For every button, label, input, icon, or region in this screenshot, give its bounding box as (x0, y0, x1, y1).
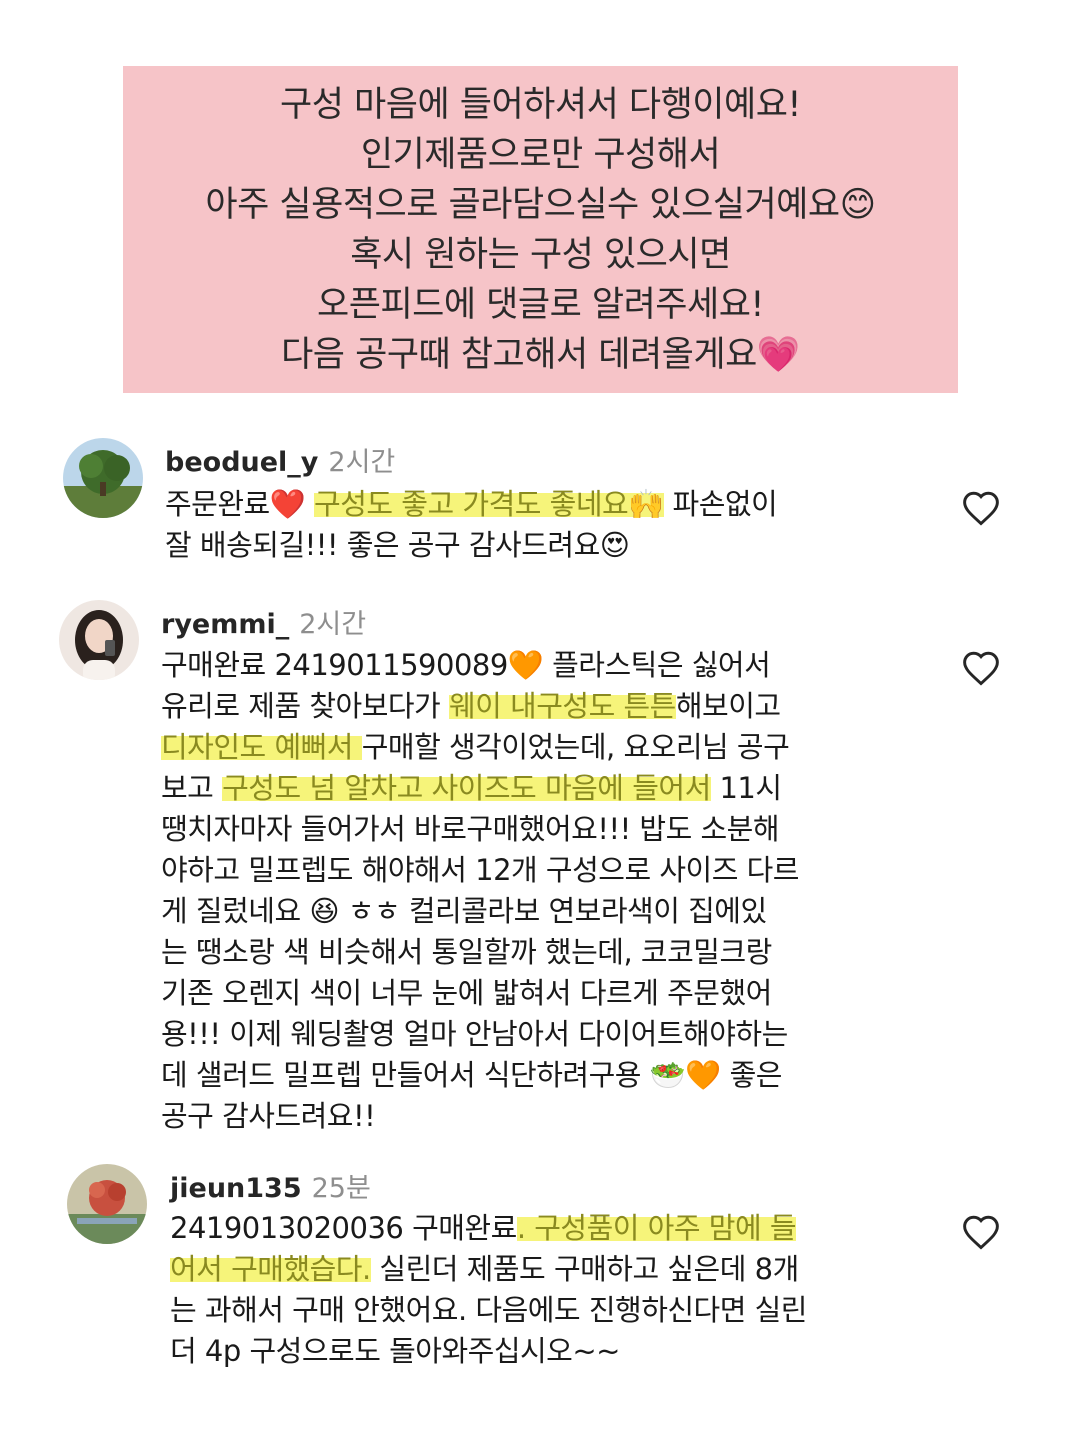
comment-line: 공구 감사드려요!! (161, 1096, 799, 1137)
highlighted-text: 구성도 좋고 가격도 좋네요🙌 (314, 487, 664, 521)
comment-line: 2419013020036 구매완료. 구성품이 아주 맘에 들 (170, 1208, 807, 1249)
highlighted-text: 어서 구매했습다. (170, 1252, 371, 1286)
banner-line: 구성 마음에 들어하셔서 다행이예요! (280, 84, 801, 125)
text-segment: 주문완료❤️ (165, 487, 315, 521)
comment-line: 보고 구성도 넘 알차고 사이즈도 마음에 들어서 11시 (161, 768, 799, 809)
comment-line: 디자인도 예뻐서 구매할 생각이었는데, 요오리님 공구 (161, 727, 799, 768)
text-segment: 공구 감사드려요!! (161, 1099, 376, 1133)
comment-line: 기존 오렌지 색이 너무 눈에 밟혀서 다르게 주문했어 (161, 973, 799, 1014)
comment-username[interactable]: beoduel_y 2시간 (165, 440, 395, 479)
announcement-banner: 구성 마음에 들어하셔서 다행이예요! 인기제품으로만 구성해서 아주 실용적으… (123, 66, 958, 393)
comment-line: 구매완료 2419011590089🧡 플라스틱은 싫어서 (161, 645, 799, 686)
comment-line: 는 과해서 구매 안했어요. 다음에도 진행하신다면 실린 (170, 1290, 808, 1331)
text-segment: 보고 (161, 771, 223, 805)
text-segment: 2419013020036 구매완료 (170, 1211, 517, 1245)
banner-line: 오픈피드에 댓글로 알려주세요! (317, 284, 764, 325)
comment-line: 야하고 밀프렙도 해야해서 12개 구성으로 사이즈 다르 (161, 850, 800, 891)
comment-line: 땡치자마자 들어가서 바로구매했어요!!! 밥도 소분해 (161, 809, 799, 850)
highlighted-text: 웨이 내구성도 튼튼 (448, 689, 676, 723)
comment-line: 더 4p 구성으로도 돌아와주십시오~~ (170, 1331, 807, 1372)
comment-username[interactable]: ryemmi_ 2시간 (161, 602, 366, 641)
comment-time: 25분 (311, 1173, 371, 1204)
comment-username[interactable]: jieun135 25분 (170, 1166, 371, 1205)
comment-line: 는 땡소랑 색 비슷해서 통일할까 했는데, 코코밀크랑 (161, 932, 799, 973)
avatar[interactable] (67, 1164, 147, 1244)
text-segment: 기존 오렌지 색이 너무 눈에 밟혀서 다르게 주문했어 (161, 976, 772, 1010)
text-segment: 데 샐러드 밀프렙 만들어서 식단하려구용 🥗🧡 좋은 (161, 1058, 782, 1092)
text-segment: 게 질렀네요 😆 ㅎㅎ 컬리콜라보 연보라색이 집에있 (161, 894, 767, 928)
banner-line: 인기제품으로만 구성해서 (360, 134, 721, 175)
comment-line: 어서 구매했습다. 실린더 제품도 구매하고 싶은데 8개 (170, 1249, 807, 1290)
text-segment: 야하고 밀프렙도 해야해서 12개 구성으로 사이즈 다르 (161, 853, 800, 887)
comment-line: 게 질렀네요 😆 ㅎㅎ 컬리콜라보 연보라색이 집에있 (161, 891, 799, 932)
comment-line: 용!!! 이제 웨딩촬영 얼마 안남아서 다이어트해야하는 (161, 1014, 799, 1055)
text-segment: 용!!! 이제 웨딩촬영 얼마 안남아서 다이어트해야하는 (161, 1017, 788, 1051)
comment-text: 주문완료❤️ 구성도 좋고 가격도 좋네요🙌 파손없이 잘 배송되길!!! 좋은… (165, 484, 778, 566)
comment-line: 주문완료❤️ 구성도 좋고 가격도 좋네요🙌 파손없이 (165, 484, 778, 525)
text-segment: 11시 (710, 771, 782, 805)
like-heart-icon[interactable] (961, 650, 1001, 686)
comment-line: 유리로 제품 찾아보다가 웨이 내구성도 튼튼해보이고 (161, 686, 799, 727)
text-segment: 더 4p 구성으로도 돌아와주십시오~~ (170, 1334, 620, 1368)
comment-line: 잘 배송되길!!! 좋은 공구 감사드려요😍 (165, 525, 777, 566)
text-segment: 파손없이 (663, 487, 778, 521)
text-segment: 는 땡소랑 색 비슷해서 통일할까 했는데, 코코밀크랑 (161, 935, 772, 969)
text-segment: 땡치자마자 들어가서 바로구매했어요!!! 밥도 소분해 (161, 812, 780, 846)
comment-time: 2시간 (299, 609, 367, 640)
highlighted-text: 구성도 넘 알차고 사이즈도 마음에 들어서 (222, 771, 711, 805)
comment-text: 구매완료 2419011590089🧡 플라스틱은 싫어서 유리로 제품 찾아보… (161, 645, 800, 1137)
banner-line: 다음 공구때 참고해서 데려올게요💗 (281, 334, 800, 375)
text-segment: 는 과해서 구매 안했어요. 다음에도 진행하신다면 실린 (170, 1293, 808, 1327)
avatar[interactable] (63, 438, 143, 518)
comment-time: 2시간 (328, 447, 396, 478)
highlighted-text: . 구성품이 아주 맘에 들 (516, 1211, 797, 1245)
comment-line: 데 샐러드 밀프렙 만들어서 식단하려구용 🥗🧡 좋은 (161, 1055, 799, 1096)
highlighted-text: 디자인도 예뻐서 (161, 730, 362, 764)
username-text[interactable]: ryemmi_ (161, 609, 289, 640)
banner-line: 혹시 원하는 구성 있으시면 (350, 234, 731, 275)
username-text[interactable]: jieun135 (170, 1173, 302, 1204)
text-segment: 구매완료 2419011590089🧡 플라스틱은 싫어서 (161, 648, 771, 682)
text-segment: 잘 배송되길!!! 좋은 공구 감사드려요😍 (165, 528, 630, 562)
text-segment: 구매할 생각이었는데, 요오리님 공구 (361, 730, 790, 764)
text-segment: 해보이고 (675, 689, 781, 723)
banner-line: 아주 실용적으로 골라담으실수 있으실거예요😊 (205, 184, 876, 225)
username-text[interactable]: beoduel_y (165, 447, 318, 478)
avatar[interactable] (59, 600, 139, 680)
like-heart-icon[interactable] (961, 1214, 1001, 1250)
text-segment: 유리로 제품 찾아보다가 (161, 689, 449, 723)
text-segment: 실린더 제품도 구매하고 싶은데 8개 (370, 1252, 799, 1286)
like-heart-icon[interactable] (961, 490, 1001, 526)
comment-text: 2419013020036 구매완료. 구성품이 아주 맘에 들 어서 구매했습… (170, 1208, 808, 1372)
